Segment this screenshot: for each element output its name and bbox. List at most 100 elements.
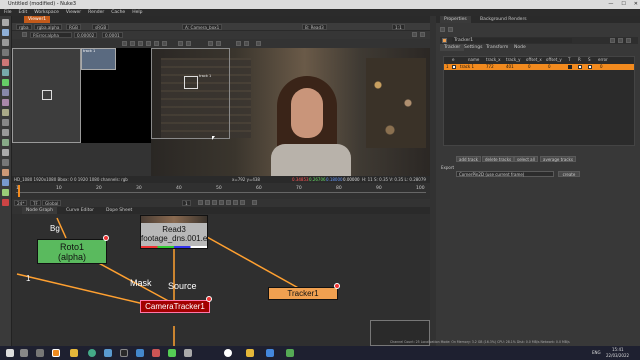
gamma-value[interactable]: 0.0001 <box>102 32 123 38</box>
stop-icon[interactable] <box>219 200 224 205</box>
tracker1-node[interactable]: Tracker1 <box>268 287 338 300</box>
create-button[interactable]: create <box>558 171 580 177</box>
timeline[interactable]: 1 10 20 30 40 50 60 70 80 90 100 <box>12 183 430 199</box>
nuke-app-icon[interactable] <box>52 349 60 357</box>
track-next-icon[interactable] <box>146 41 151 46</box>
start-icon[interactable] <box>6 349 14 357</box>
show-error-icon[interactable] <box>244 41 249 46</box>
row-offset-y[interactable]: 0 <box>548 64 551 69</box>
next-key-icon[interactable] <box>233 200 238 205</box>
delete-keyframe-icon[interactable] <box>186 41 191 46</box>
add-keyframe-icon[interactable] <box>178 41 183 46</box>
app-icon-3[interactable] <box>136 349 144 357</box>
tf-mode[interactable]: TF <box>30 200 41 206</box>
keyboard-language[interactable]: ENG <box>592 350 601 355</box>
last-frame-icon[interactable] <box>240 200 245 205</box>
read3-node[interactable]: Read3 footage_dns.001.exr <box>140 215 208 249</box>
tab-node[interactable]: Node <box>510 44 530 51</box>
settings-icon[interactable] <box>256 41 261 46</box>
lut-dropdown[interactable]: sRGB <box>92 24 110 30</box>
layer-dropdown[interactable]: rgba <box>16 24 32 30</box>
search-icon[interactable] <box>20 349 28 357</box>
clock-date[interactable]: 22/03/2022 <box>606 353 629 358</box>
filter-tool-icon[interactable] <box>2 69 9 76</box>
menu-viewer[interactable]: Viewer <box>66 10 81 15</box>
input-b-dropdown[interactable]: B: Read3 <box>302 24 327 30</box>
views-tool-icon[interactable] <box>2 119 9 126</box>
help-icon[interactable] <box>610 38 615 43</box>
row-enable-checkbox[interactable] <box>452 65 456 69</box>
menu-cache[interactable]: Cache <box>111 10 125 15</box>
cameratracker1-node[interactable]: CameraTracker1 <box>140 300 210 313</box>
gain-value[interactable]: 0.00002 <box>74 32 98 38</box>
keyer-tool-icon[interactable] <box>2 79 9 86</box>
track-search-box[interactable] <box>42 90 52 100</box>
draw-tool-icon[interactable] <box>2 29 9 36</box>
app-icon-2[interactable] <box>120 349 128 357</box>
ocula-tool-icon[interactable] <box>2 179 9 186</box>
export-dropdown[interactable]: CornerPin2D (use current frame) <box>456 171 554 177</box>
image-tool-icon[interactable] <box>2 19 9 26</box>
lock-properties-icon[interactable] <box>440 27 445 32</box>
clear-panel-icon[interactable] <box>448 27 453 32</box>
track-range-icon[interactable] <box>162 41 167 46</box>
color-tool-icon[interactable] <box>2 59 9 66</box>
node-color-icon[interactable] <box>442 38 447 43</box>
merge-tool-icon[interactable] <box>2 89 9 96</box>
fps-field[interactable]: 24* <box>14 200 28 206</box>
track-forward-icon[interactable] <box>154 41 159 46</box>
gain-field[interactable]: P.Error.alpha <box>30 32 72 38</box>
furnace-tool-icon[interactable] <box>2 169 9 176</box>
unreal-icon[interactable] <box>224 349 232 357</box>
taskview-icon[interactable] <box>36 349 44 357</box>
menu-workspace[interactable]: Workspace <box>34 10 59 15</box>
center-icon[interactable] <box>208 41 213 46</box>
close-button[interactable]: ✕ <box>634 1 638 7</box>
menu-file[interactable]: File <box>4 10 12 15</box>
app-icon-4[interactable] <box>152 349 160 357</box>
menu-edit[interactable]: Edit <box>19 10 28 15</box>
grid-icon[interactable] <box>216 41 221 46</box>
input-a-dropdown[interactable]: A: Camera_box1 <box>182 24 223 30</box>
prev-key-icon[interactable] <box>205 200 210 205</box>
chrome-icon[interactable] <box>88 349 96 357</box>
tab-dope-sheet[interactable]: Dope Sheet <box>102 207 136 214</box>
minimize-button[interactable]: — <box>608 1 613 7</box>
particles-tool-icon[interactable] <box>2 139 9 146</box>
tab-transform[interactable]: Transform <box>482 44 512 51</box>
maximize-button[interactable]: ☐ <box>621 1 625 7</box>
row-t-checkbox[interactable] <box>568 65 572 69</box>
row-track-y[interactable]: 401 <box>506 64 514 69</box>
channel-dropdown[interactable]: rgba.alpha <box>34 24 63 30</box>
transform-tool-icon[interactable] <box>2 99 9 106</box>
track-pattern-box[interactable] <box>184 76 198 89</box>
app-icon-6[interactable] <box>184 349 192 357</box>
3d-tool-icon[interactable] <box>2 109 9 116</box>
play-backward-icon[interactable] <box>212 200 217 205</box>
row-s-checkbox[interactable] <box>588 65 592 69</box>
row-offset-x[interactable]: 0 <box>528 64 531 69</box>
explorer-icon[interactable] <box>70 349 78 357</box>
table-row[interactable]: 1 track 1 772 401 0 0 0 <box>444 64 634 70</box>
other-tool-icon[interactable] <box>2 159 9 166</box>
add-track-button[interactable]: add track <box>456 156 481 162</box>
range-scope-dropdown[interactable]: Global <box>42 200 62 206</box>
time-tool-icon[interactable] <box>2 39 9 46</box>
key-track-icon[interactable] <box>236 41 241 46</box>
loop-icon[interactable] <box>252 200 257 205</box>
frame-field[interactable]: 1 <box>182 200 191 206</box>
row-name[interactable]: track 1 <box>460 64 474 69</box>
tab-properties[interactable]: Properties <box>440 16 471 23</box>
metadata-tool-icon[interactable] <box>2 129 9 136</box>
track-stop-icon[interactable] <box>138 41 143 46</box>
tab-node-graph[interactable]: Node Graph <box>22 207 57 214</box>
delete-tracks-button[interactable]: delete tracks <box>482 156 515 162</box>
roto1-node[interactable]: Roto1 (alpha) <box>37 239 107 264</box>
menu-help[interactable]: Help <box>132 10 142 15</box>
app-icon-5[interactable] <box>168 349 176 357</box>
select-all-button[interactable]: select all <box>514 156 538 162</box>
proxy-icon[interactable] <box>420 32 425 37</box>
viewer-canvas[interactable]: track 1 track 1 <box>12 48 430 176</box>
app-icon-7[interactable] <box>246 349 254 357</box>
tab-curve-editor[interactable]: Curve Editor <box>62 207 98 214</box>
